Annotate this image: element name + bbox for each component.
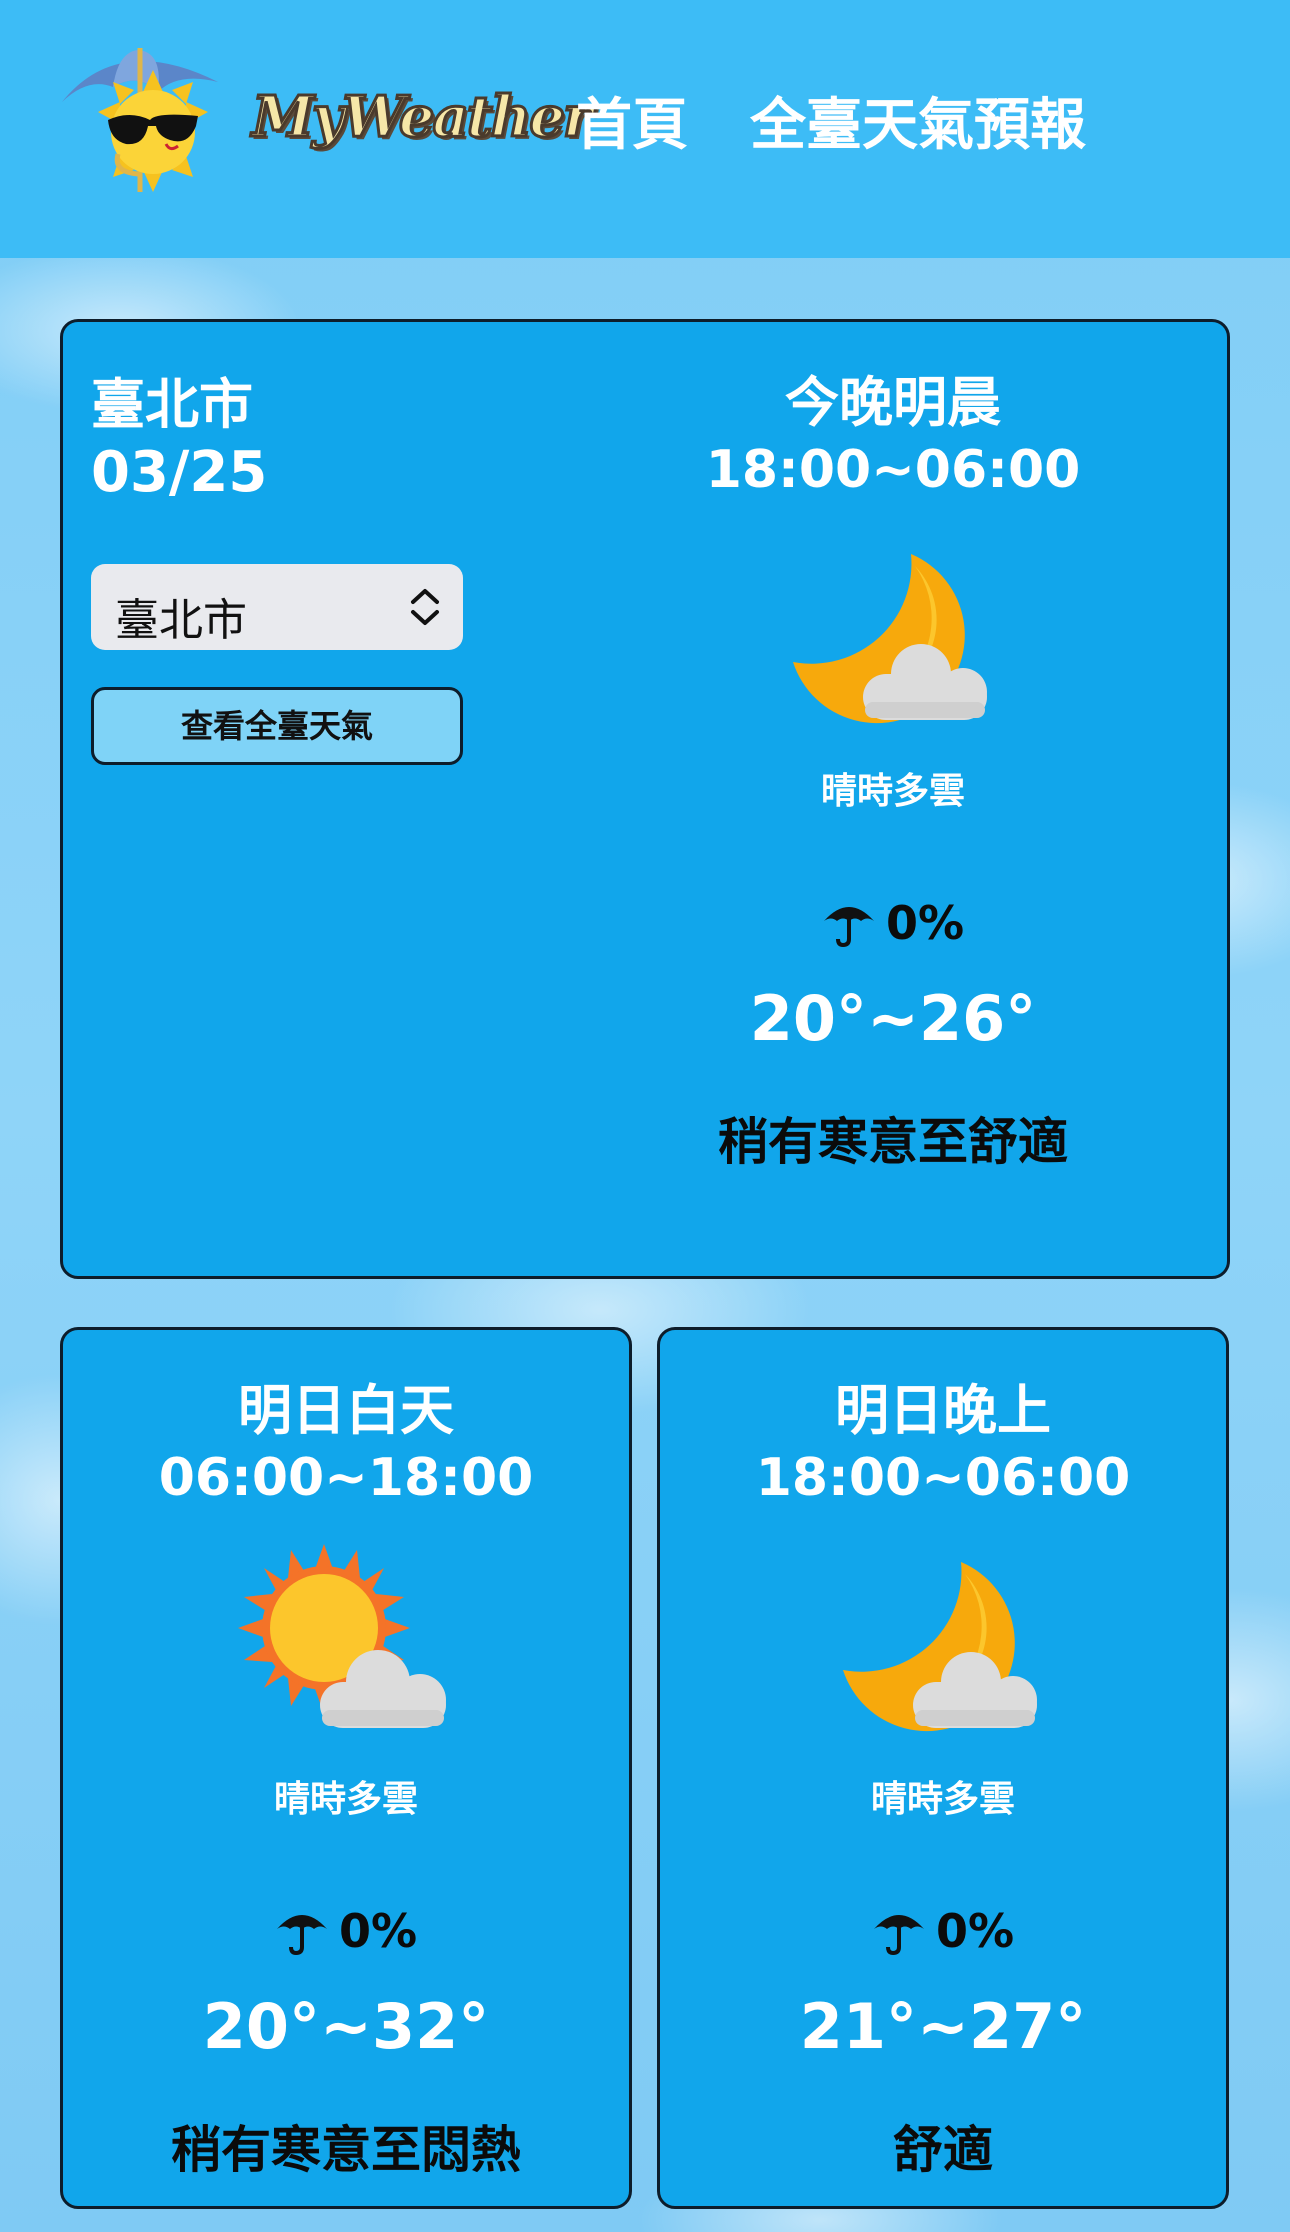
chevron-up-down-icon (411, 589, 439, 625)
umbrella-icon (276, 1915, 327, 1955)
forecast-date: 03/25 (91, 440, 268, 505)
current-forecast-card: 臺北市 03/25 臺北市 查看全臺天氣 今晚明晨 18:00~06:00 晴時… (60, 319, 1230, 1279)
comfort-index: 稍有寒意至悶熱 (171, 2121, 521, 2179)
umbrella-icon (823, 907, 874, 947)
nav-home[interactable]: 首頁 (576, 80, 688, 161)
forecast-time-range: 06:00~18:00 (158, 1448, 534, 1508)
weather-description: 晴時多雲 (273, 1779, 418, 1820)
temperature-range: 20°~26° (749, 982, 1037, 1055)
nav-all-taiwan-forecast[interactable]: 全臺天氣預報 (750, 80, 1086, 161)
rain-probability-value: 0% (885, 896, 965, 950)
rain-probability-value: 0% (338, 1904, 418, 1958)
comfort-index: 稍有寒意至舒適 (718, 1113, 1068, 1171)
temperature-range: 21°~27° (799, 1990, 1087, 2063)
logo-text[interactable]: MyWeather (250, 83, 593, 152)
moon-cloud-icon (793, 554, 987, 724)
sun-cloud-icon (238, 1544, 446, 1728)
forecast-period: 明日晚上 (835, 1379, 1051, 1442)
city-title: 臺北市 (91, 373, 253, 436)
umbrella-icon (873, 1915, 924, 1955)
city-select[interactable]: 臺北市 (91, 564, 463, 650)
rain-probability: 0% (63, 1904, 629, 1958)
city-select-value: 臺北市 (115, 595, 247, 646)
weather-description: 晴時多雲 (820, 771, 965, 812)
forecast-period: 今晚明晨 (785, 371, 1001, 434)
forecast-time-range: 18:00~06:00 (705, 440, 1081, 500)
app-header: MyWeather 首頁 全臺天氣預報 (0, 0, 1290, 258)
rain-probability: 0% (618, 896, 1168, 950)
rain-probability: 0% (660, 1904, 1226, 1958)
forecast-period: 明日白天 (238, 1379, 454, 1442)
logo-sun-umbrella-icon[interactable] (58, 42, 233, 210)
moon-cloud-icon (843, 1562, 1037, 1732)
temperature-range: 20°~32° (202, 1990, 490, 2063)
forecast-time-range: 18:00~06:00 (755, 1448, 1131, 1508)
view-all-taiwan-weather-button[interactable]: 查看全臺天氣 (91, 687, 463, 765)
comfort-index: 舒適 (893, 2121, 993, 2179)
forecast-tomorrow-night-card: 明日晚上 18:00~06:00 晴時多雲 0% 21°~27° 舒適 (657, 1327, 1229, 2209)
rain-probability-value: 0% (935, 1904, 1015, 1958)
weather-description: 晴時多雲 (870, 1779, 1015, 1820)
forecast-tomorrow-day-card: 明日白天 06:00~18:00 晴時多雲 0% 20°~32° 稍有寒意至悶熱 (60, 1327, 632, 2209)
